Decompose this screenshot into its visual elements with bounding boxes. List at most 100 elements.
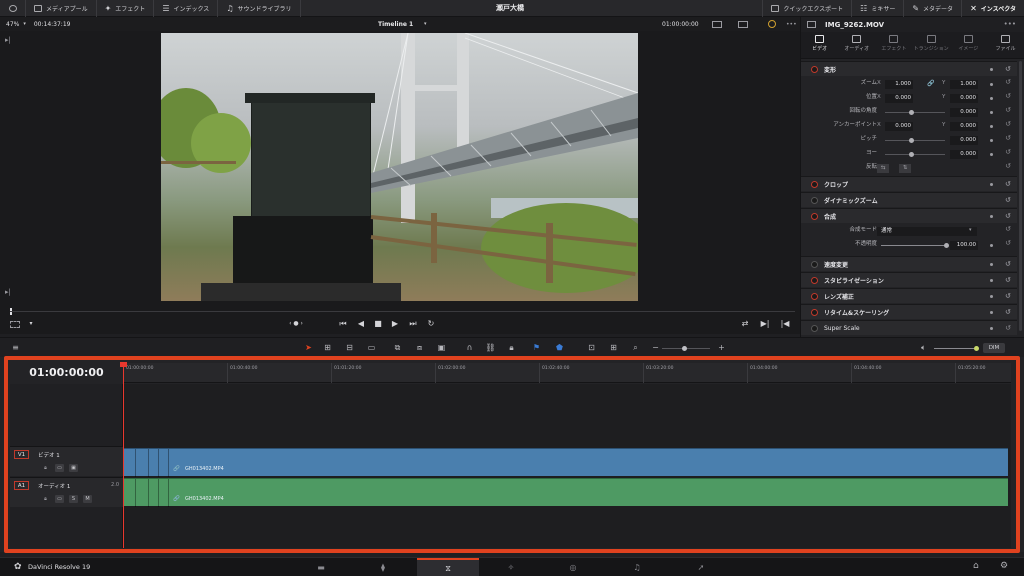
view-mode-icon[interactable] — [738, 21, 748, 28]
slider-knob[interactable] — [909, 138, 914, 143]
enable-toggle[interactable] — [811, 212, 818, 220]
quick-export-button[interactable]: クイックエクスポート — [762, 0, 851, 17]
chevron-down-icon[interactable]: ▾ — [969, 227, 972, 233]
section-transform[interactable]: 変形 ↺ — [801, 61, 1017, 76]
slider-knob[interactable] — [944, 243, 949, 248]
opacity-slider[interactable] — [881, 245, 947, 246]
enable-toggle[interactable] — [811, 65, 818, 73]
video-clip[interactable]: 🔗 GH013402.MP4 — [123, 448, 1008, 477]
pitch-field[interactable]: 0.000 — [950, 136, 978, 145]
panel-toggle-icon[interactable]: ▸| — [5, 288, 11, 296]
keyframe-icon[interactable] — [990, 139, 993, 142]
next-edit-icon[interactable]: ▶| — [760, 319, 770, 329]
chevron-down-icon[interactable]: ▾ — [424, 21, 427, 27]
page-fusion[interactable]: ✧ — [480, 558, 542, 576]
reset-icon[interactable]: ↺ — [1005, 180, 1011, 188]
section-speed-change[interactable]: 速度変更 ↺ — [801, 256, 1017, 271]
opacity-field[interactable]: 100.00 — [950, 241, 978, 250]
reset-icon[interactable]: ↺ — [1005, 92, 1011, 100]
reset-icon[interactable]: ↺ — [1005, 106, 1011, 114]
page-deliver[interactable]: ➚ — [670, 558, 732, 576]
timeline-options-icon[interactable]: ≡ — [10, 343, 21, 353]
enable-toggle[interactable] — [811, 260, 818, 268]
keyframe-icon[interactable] — [990, 262, 993, 266]
slider-knob[interactable] — [909, 152, 914, 157]
timeline-tracks[interactable]: 🔗 GH013402.MP4 🔗 GH013402.MP4 — [123, 384, 1011, 548]
more-icon[interactable]: ••• — [1004, 20, 1016, 28]
link-icon[interactable]: ⛓ — [485, 343, 496, 353]
flip-vertical-icon[interactable]: ⇅ — [899, 164, 911, 173]
zoom-y-field[interactable]: 1.000 — [950, 80, 978, 89]
keyframe-icon[interactable] — [990, 111, 993, 114]
tab-audio[interactable]: オーディオ — [838, 32, 875, 58]
zoom-custom-icon[interactable]: ⌕ — [630, 343, 641, 353]
keyframe-icon[interactable] — [990, 214, 993, 218]
reset-icon[interactable]: ↺ — [1005, 196, 1011, 204]
lock-icon[interactable]: 🔒︎ — [41, 464, 50, 472]
reset-icon[interactable]: ↺ — [1005, 260, 1011, 268]
zoom-x-field[interactable]: 1.000 — [885, 80, 913, 89]
metadata-button[interactable]: ✎ メタデータ — [903, 0, 961, 17]
reset-icon[interactable]: ↺ — [1005, 225, 1011, 233]
dim-button[interactable]: DIM — [983, 343, 1005, 353]
match-frame-icon[interactable]: ⇄ — [740, 319, 750, 329]
keyframe-icon[interactable] — [990, 97, 993, 100]
blade-tool-icon[interactable]: ▭ — [366, 343, 377, 353]
zoom-level[interactable]: 47% — [6, 21, 19, 28]
track-name-v1[interactable]: ビデオ 1 — [38, 451, 60, 459]
effects-button[interactable]: ✦ エフェクト — [97, 0, 155, 17]
enable-toggle[interactable] — [811, 324, 818, 332]
marker-icon[interactable]: ⬟ — [554, 343, 565, 353]
sound-library-button[interactable]: ♫ サウンドライブラリ — [218, 0, 301, 17]
keyframe-icon[interactable] — [990, 83, 993, 86]
enable-toggle[interactable] — [811, 180, 818, 188]
enable-toggle[interactable] — [811, 196, 818, 204]
rotation-field[interactable]: 0.000 — [950, 108, 978, 117]
reset-icon[interactable]: ↺ — [1005, 120, 1011, 128]
keyframe-icon[interactable] — [990, 278, 993, 282]
chevron-down-icon[interactable]: ▾ — [26, 319, 36, 329]
zoom-out-icon[interactable]: − — [650, 343, 661, 353]
keyframe-icon[interactable] — [990, 294, 993, 298]
stop-icon[interactable]: ■ — [373, 319, 383, 329]
enable-toggle[interactable] — [811, 276, 818, 284]
go-to-start-icon[interactable]: ⏮ — [338, 319, 348, 329]
keyframe-icon[interactable] — [990, 125, 993, 128]
reset-icon[interactable]: ↺ — [1005, 78, 1011, 86]
jog-control[interactable]: ‹ ● › — [282, 319, 310, 329]
keyframe-icon[interactable] — [990, 182, 993, 186]
dynamic-trim-icon[interactable]: ⊟ — [344, 343, 355, 353]
keyframe-icon[interactable] — [990, 67, 993, 71]
track-name-a1[interactable]: オーディオ 1 — [38, 482, 70, 490]
flag-icon[interactable]: ⚑ — [531, 343, 542, 353]
tab-effects[interactable]: エフェクト — [875, 32, 912, 58]
solo-button[interactable]: S — [69, 495, 78, 503]
reverse-play-icon[interactable]: ◀ — [356, 319, 366, 329]
overwrite-clip-icon[interactable]: ⧈ — [414, 343, 425, 353]
auto-select-icon[interactable]: ▭ — [55, 495, 64, 503]
mixer-button[interactable]: ☷ ミキサー — [851, 0, 903, 17]
viewer-options-icon[interactable] — [712, 21, 722, 28]
page-cut[interactable]: ⧫ — [352, 558, 414, 576]
reset-icon[interactable]: ↺ — [1005, 239, 1011, 247]
section-lens-correction[interactable]: レンズ補正 ↺ — [801, 288, 1017, 303]
play-icon[interactable]: ▶ — [390, 319, 400, 329]
track-header-v1[interactable]: V1 ビデオ 1 🔒︎ ▭ ▣ — [10, 446, 123, 476]
media-pool-button[interactable]: メディアプール — [26, 0, 97, 17]
page-media[interactable]: ▬ — [290, 558, 352, 576]
section-retime-scaling[interactable]: リタイム&スケーリング ↺ — [801, 304, 1017, 319]
safe-area-icon[interactable] — [10, 321, 20, 328]
more-icon[interactable]: ••• — [786, 21, 797, 28]
speaker-icon[interactable]: 🔈︎ — [918, 343, 929, 353]
home-button[interactable] — [0, 0, 26, 17]
page-fairlight[interactable]: ♫ — [606, 558, 668, 576]
keyframe-icon[interactable] — [990, 153, 993, 156]
color-icon[interactable] — [768, 20, 776, 28]
track-visibility-icon[interactable]: ▣ — [69, 464, 78, 472]
section-super-scale[interactable]: Super Scale ↺ — [801, 320, 1017, 335]
timeline-name[interactable]: Timeline 1 — [378, 21, 413, 28]
snapping-icon[interactable]: ∩ — [464, 343, 475, 353]
yaw-slider[interactable] — [885, 154, 945, 155]
enable-toggle[interactable] — [811, 308, 818, 316]
position-x-field[interactable]: 0.000 — [885, 94, 913, 103]
